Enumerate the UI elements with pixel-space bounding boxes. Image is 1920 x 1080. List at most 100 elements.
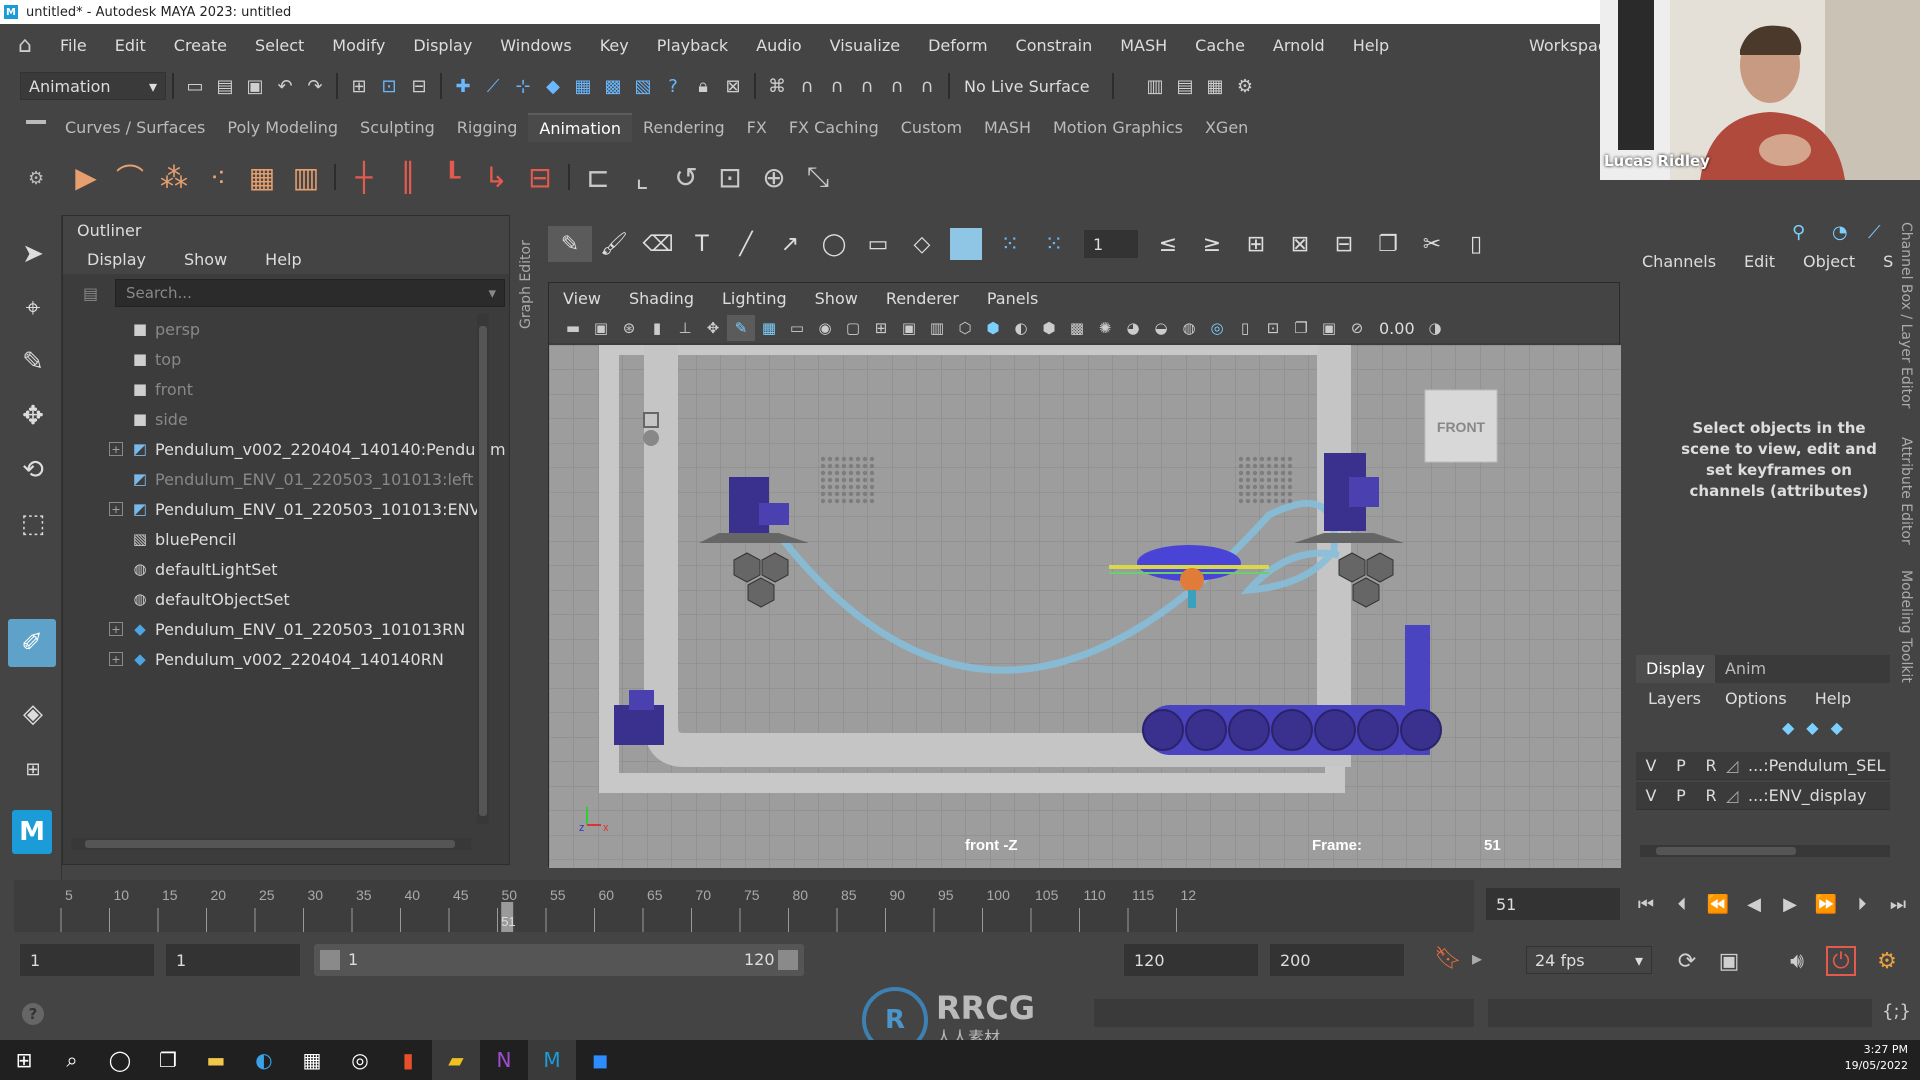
ambient-occlusion-icon[interactable]: ◒ <box>1147 315 1175 341</box>
snap-grid-icon[interactable]: ✚ <box>448 71 478 101</box>
menu-arnold[interactable]: Arnold <box>1259 36 1339 55</box>
ghost-prev-icon[interactable]: ⁙ <box>988 226 1032 262</box>
live-surface-field[interactable]: No Live Surface <box>956 72 1106 100</box>
construction-icon[interactable]: ▧ <box>628 71 658 101</box>
menu-mash[interactable]: MASH <box>1106 36 1181 55</box>
layer-tab-anim[interactable]: Anim <box>1715 655 1776 683</box>
onenote-icon[interactable]: N <box>480 1040 528 1080</box>
system-clock[interactable]: 3:27 PM 19/05/2022 <box>1845 1042 1908 1074</box>
range-end-handle[interactable] <box>778 950 798 970</box>
viewport-menu-panels[interactable]: Panels <box>973 289 1053 308</box>
layer-row[interactable]: V P R ◿ ...:Pendulum_SEL <box>1636 752 1890 780</box>
bookmark-icon[interactable]: 🔖︎ <box>1434 946 1462 971</box>
scrollbar-thumb[interactable] <box>479 326 487 816</box>
menu-audio[interactable]: Audio <box>742 36 815 55</box>
shelf-tab-rendering[interactable]: Rendering <box>632 114 736 141</box>
constraint-parent-icon[interactable]: ⊏ <box>576 155 620 199</box>
arrow-icon[interactable]: ↗ <box>768 226 812 262</box>
help-icon[interactable]: ? <box>22 1003 44 1025</box>
windows-start-icon[interactable]: ⊞ <box>0 1040 48 1080</box>
bake-icon[interactable]: ▥ <box>284 155 328 199</box>
script-editor-icon[interactable]: {;} <box>1882 1001 1911 1022</box>
layer-render-toggle[interactable]: R <box>1696 756 1726 775</box>
step-forward-icon[interactable]: ⏵ <box>1844 889 1880 919</box>
animation-prefs-icon[interactable]: ⚙ <box>1872 946 1902 976</box>
layer-visible-toggle[interactable]: V <box>1636 786 1666 805</box>
side-tab-channel-box[interactable]: Channel Box / Layer Editor <box>1898 222 1914 412</box>
time-slider[interactable]: 5 10 15 20 25 30 35 40 45 50 55 60 65 70 75 80 85 90 95 100… <box>14 880 1474 932</box>
task-view-icon[interactable]: ❐ <box>144 1040 192 1080</box>
outliner-row[interactable]: + ◆ Pendulum_v002_220404_140140RN <box>63 644 488 674</box>
gamma-icon[interactable]: ◑ <box>1421 315 1449 341</box>
snap-surface-icon[interactable]: ▦ <box>568 71 598 101</box>
magnet-icon[interactable]: ∩ <box>792 71 822 101</box>
layer-playback-toggle[interactable]: P <box>1666 786 1696 805</box>
select-tool-icon[interactable]: ➤ <box>14 235 52 273</box>
expand-icon[interactable]: + <box>109 502 123 516</box>
gear-icon[interactable]: ⚙ <box>28 168 44 189</box>
layer-name[interactable]: ...:ENV_display <box>1748 786 1866 805</box>
scale-tool-icon[interactable]: ⬚ <box>14 505 52 543</box>
inputs-icon[interactable]: ⊠ <box>718 71 748 101</box>
new-scene-icon[interactable]: ▭ <box>180 71 210 101</box>
outliner-scrollbar[interactable] <box>477 314 489 824</box>
sticky-notes-icon[interactable]: ▰ <box>432 1040 480 1080</box>
delete-frame-icon[interactable]: ⊠ <box>1278 226 1322 262</box>
playback-start-field[interactable]: 1 <box>166 944 300 976</box>
next-key-icon[interactable]: ≥ <box>1190 226 1234 262</box>
grease-pencil-icon[interactable]: ✥ <box>699 315 727 341</box>
exposure-field[interactable]: 0.00 <box>1371 314 1421 342</box>
attribute-editor-icon[interactable]: ◔ <box>1832 222 1848 243</box>
magnet-icon[interactable]: ∩ <box>822 71 852 101</box>
depth-of-field-icon[interactable]: ▯ <box>1231 315 1259 341</box>
shelf-tab-fx[interactable]: FX <box>736 114 778 141</box>
shelf-tab-xgen[interactable]: XGen <box>1194 114 1259 141</box>
outliner-row[interactable]: ◩ Pendulum_ENV_01_220503_101013:left <box>63 464 488 494</box>
render-settings-icon[interactable]: ⚙ <box>1230 71 1260 101</box>
layer-color-icon[interactable]: ◿ <box>1726 786 1748 805</box>
next-key-icon[interactable]: ⏩ <box>1808 889 1844 919</box>
color-swatch[interactable] <box>944 226 988 262</box>
cache-icon[interactable]: ▣ <box>1714 946 1744 976</box>
snap-live-icon[interactable]: ▩ <box>598 71 628 101</box>
layout-four-icon[interactable]: ⊞ <box>14 750 52 788</box>
add-frame-icon[interactable]: ⊞ <box>1234 226 1278 262</box>
shelf-tab-custom[interactable]: Custom <box>890 114 973 141</box>
brush-icon[interactable]: 🖌︎ <box>592 226 636 262</box>
render-icon[interactable]: ▤ <box>1170 71 1200 101</box>
ipr-icon[interactable]: ▦ <box>1200 71 1230 101</box>
side-tab-modeling-toolkit[interactable]: Modeling Toolkit <box>1898 570 1914 700</box>
render-view-icon[interactable]: ▥ <box>1140 71 1170 101</box>
playback-end-field[interactable]: 120 <box>1124 944 1258 976</box>
outliner-menu-display[interactable]: Display <box>63 250 160 269</box>
snap-point-icon[interactable]: ⊹ <box>508 71 538 101</box>
prev-key-icon[interactable]: ≤ <box>1146 226 1190 262</box>
motion-trail-icon[interactable]: ⌒ <box>108 155 152 199</box>
paste-icon[interactable]: ▯ <box>1454 226 1498 262</box>
menu-modify[interactable]: Modify <box>318 36 399 55</box>
scene-view[interactable]: FRONT z x front -Z Frame: 51 <box>549 345 1621 868</box>
open-scene-icon[interactable]: ▤ <box>210 71 240 101</box>
layer-visible-toggle[interactable]: V <box>1636 756 1666 775</box>
wireframe-on-shaded-icon[interactable]: ◐ <box>1007 315 1035 341</box>
safe-title-icon[interactable]: ▥ <box>923 315 951 341</box>
shelf-tab-motion-graphics[interactable]: Motion Graphics <box>1042 114 1194 141</box>
undo-icon[interactable]: ↶ <box>270 71 300 101</box>
outliner-row[interactable]: + ◩ Pendulum_ENV_01_220503_101013:ENV <box>63 494 488 524</box>
shelf-tab-poly[interactable]: Poly Modeling <box>216 114 349 141</box>
go-to-end-icon[interactable]: ⏭ <box>1880 889 1916 919</box>
office-icon[interactable]: ▮ <box>384 1040 432 1080</box>
outliner-row[interactable]: + ◩ Pendulum_v002_220404_140140:Pendulum <box>63 434 506 464</box>
magnet-icon[interactable]: ∩ <box>882 71 912 101</box>
channel-menu-channels[interactable]: Channels <box>1632 252 1734 271</box>
shelf-tab-animation[interactable]: Animation <box>528 112 632 142</box>
xray-active-icon[interactable]: ▣ <box>1315 315 1343 341</box>
zoom-icon[interactable]: ◼ <box>576 1040 624 1080</box>
viewport-menu-lighting[interactable]: Lighting <box>708 289 801 308</box>
constraint-pole-icon[interactable]: ⤡ <box>796 155 840 199</box>
blue-pencil-icon[interactable]: ✎ <box>727 315 755 341</box>
scene-start-field[interactable]: 1 <box>20 944 154 976</box>
go-to-start-icon[interactable]: ⏮ <box>1628 889 1664 919</box>
step-back-icon[interactable]: ⏴ <box>1664 889 1700 919</box>
bookmark-icon[interactable]: ⊛ <box>615 315 643 341</box>
